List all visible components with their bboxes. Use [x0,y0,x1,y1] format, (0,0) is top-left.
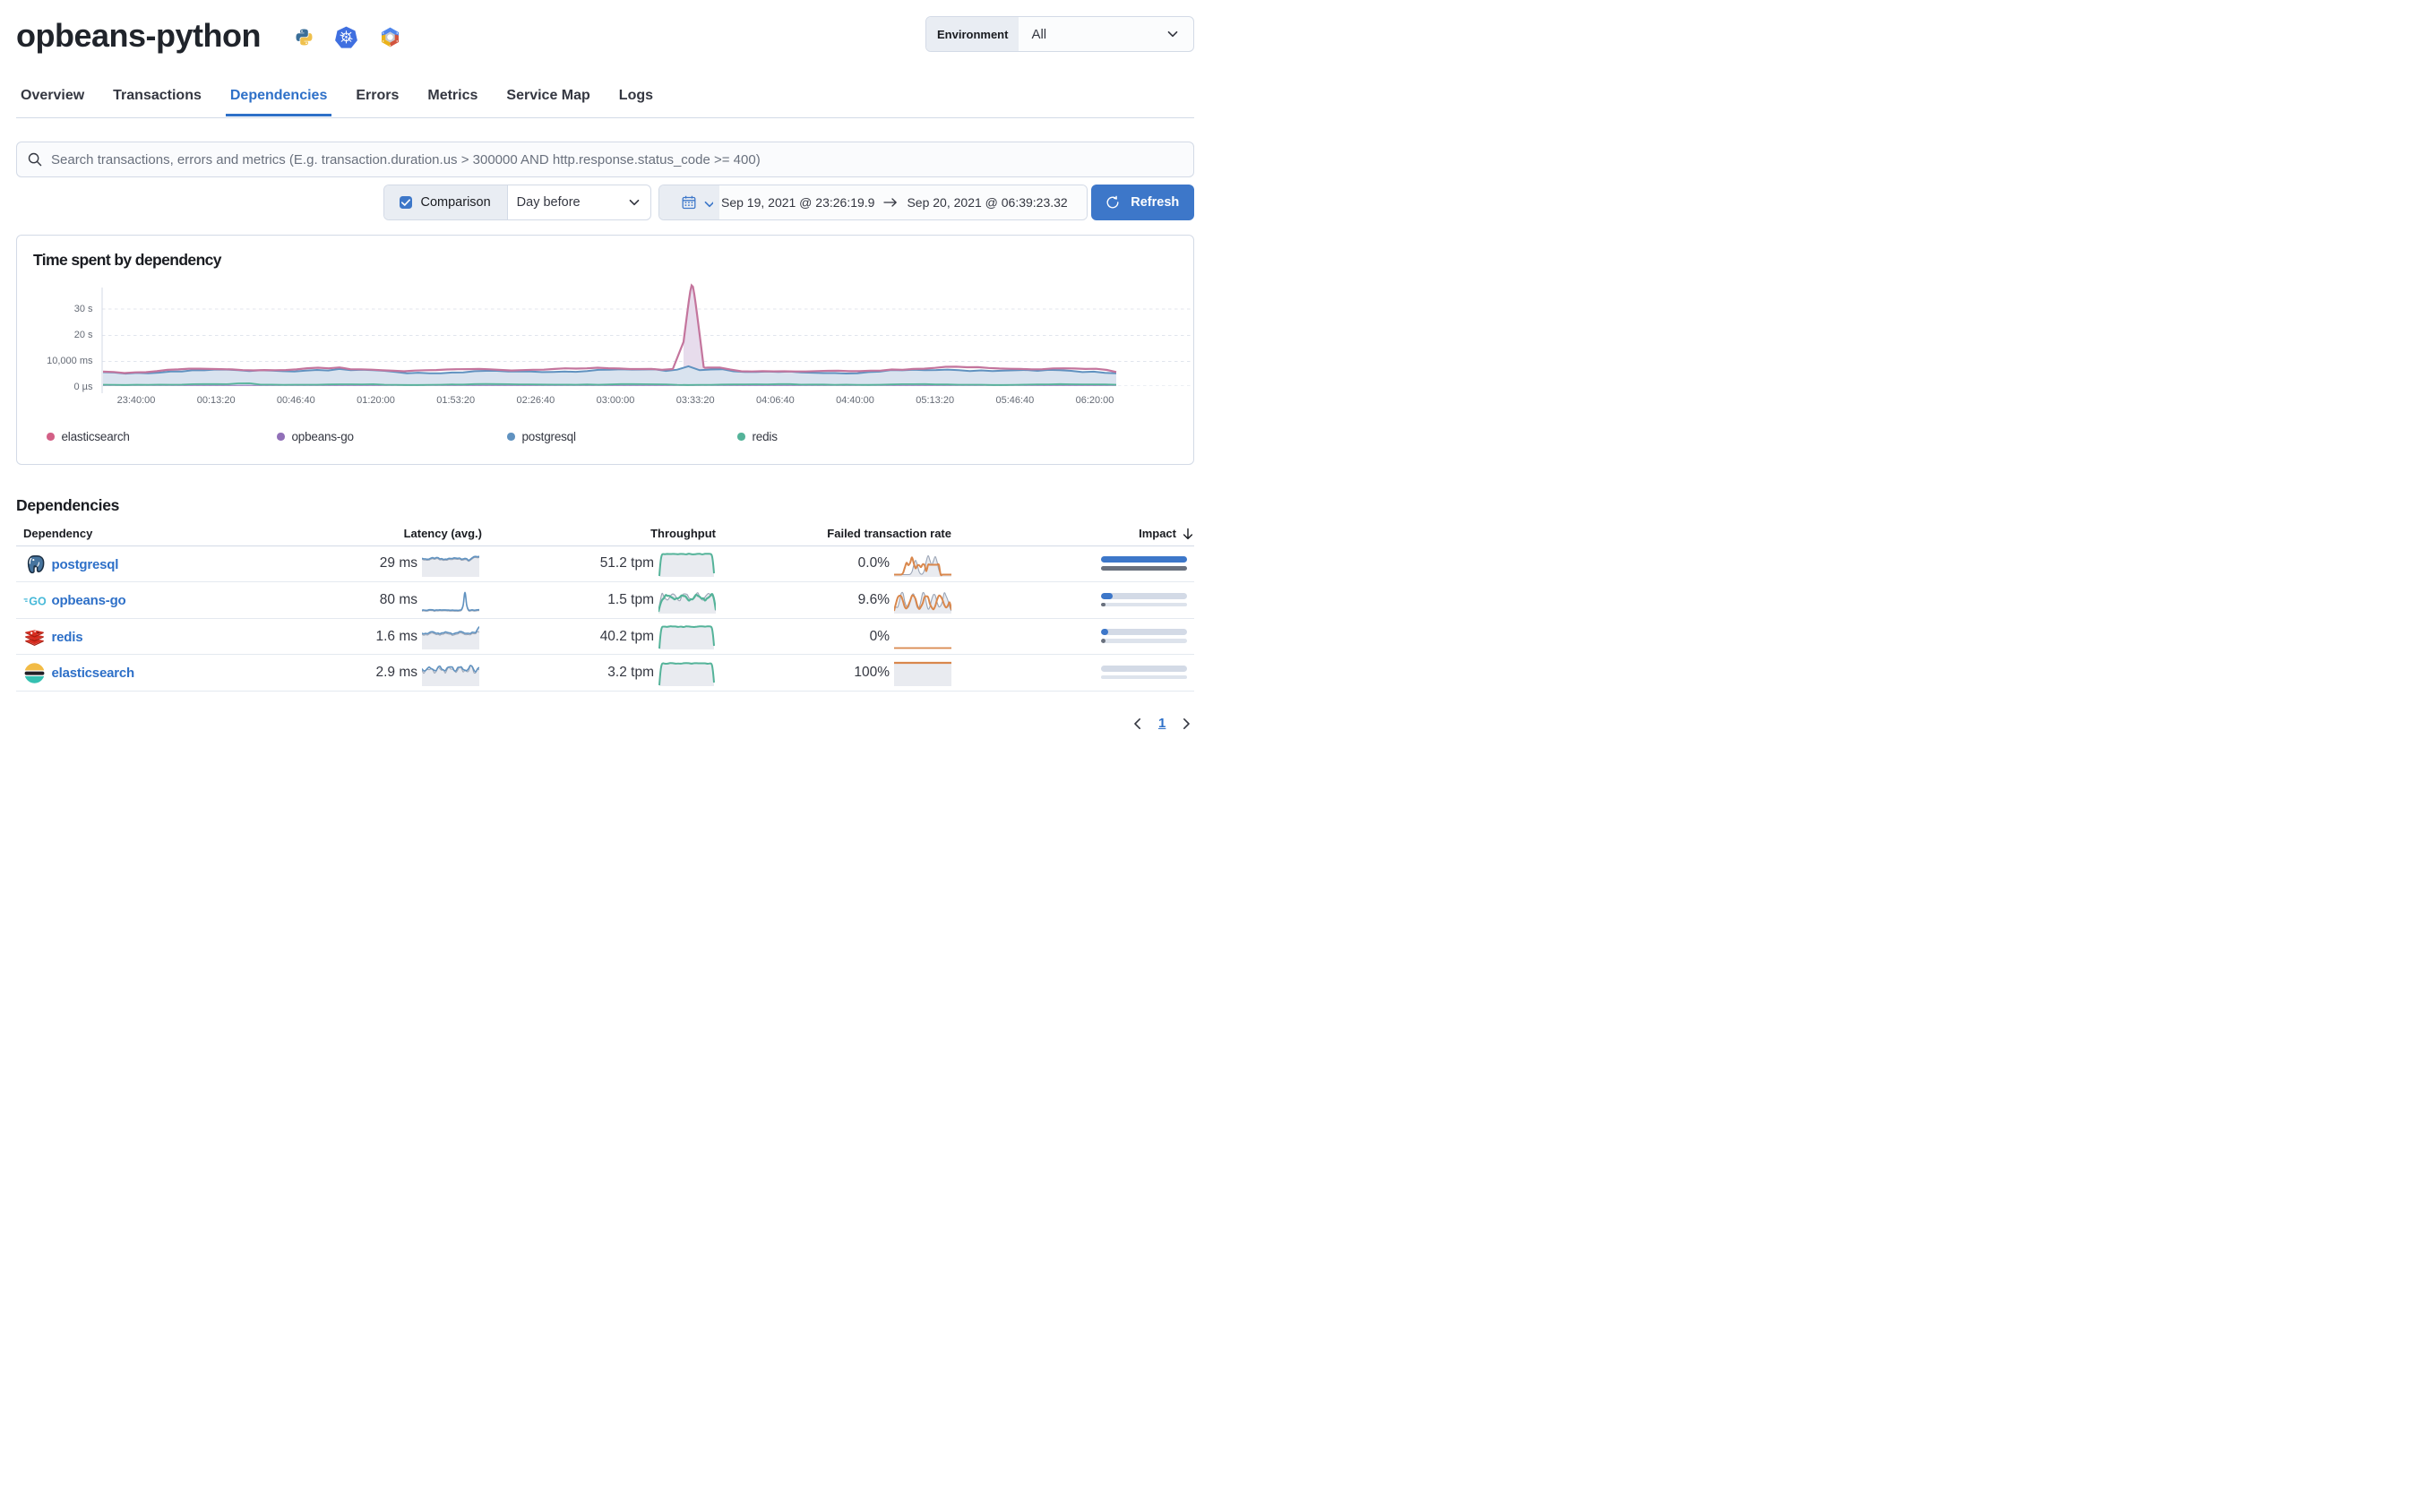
svg-text:GO: GO [29,595,46,607]
